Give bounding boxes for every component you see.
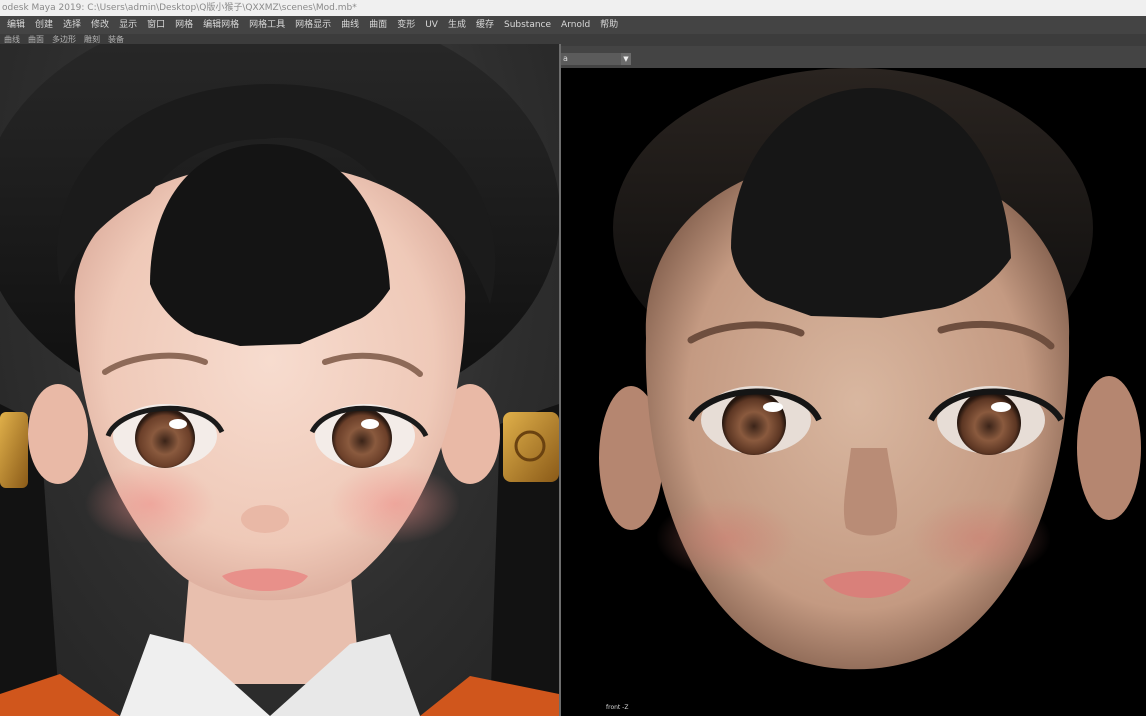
menu-item-12[interactable]: 变形: [392, 16, 420, 34]
window-title-bar: odesk Maya 2019: C:\Users\admin\Desktop\…: [0, 0, 1146, 16]
blush-left: [85, 464, 215, 544]
chevron-down-icon[interactable]: ▼: [621, 53, 631, 65]
menu-item-2[interactable]: 选择: [58, 16, 86, 34]
window-title: odesk Maya 2019: C:\Users\admin\Desktop\…: [2, 3, 357, 13]
nose: [241, 505, 289, 533]
menu-item-10[interactable]: 曲线: [336, 16, 364, 34]
menu-item-4[interactable]: 显示: [114, 16, 142, 34]
menu-item-0[interactable]: 编辑: [2, 16, 30, 34]
menu-item-5[interactable]: 窗口: [142, 16, 170, 34]
iris-right: [332, 408, 392, 468]
model-iris-left: [722, 391, 786, 455]
menu-item-9[interactable]: 网格显示: [290, 16, 336, 34]
menu-item-17[interactable]: Arnold: [556, 16, 595, 34]
blush-right: [330, 464, 460, 544]
menu-item-6[interactable]: 网格: [170, 16, 198, 34]
gold-ornament-right: [503, 412, 559, 482]
model-eye-highlight-right: [991, 402, 1011, 412]
menu-item-13[interactable]: UV: [420, 16, 443, 34]
maya-3d-viewport[interactable]: front -Z: [561, 68, 1146, 716]
model-head-render: [599, 68, 1141, 670]
eye-highlight-right: [361, 419, 379, 429]
menu-item-3[interactable]: 修改: [86, 16, 114, 34]
reference-character-illustration: [0, 44, 559, 716]
camera-dropdown[interactable]: a ▼: [561, 53, 631, 65]
maya-window: odesk Maya 2019: C:\Users\admin\Desktop\…: [0, 0, 1146, 716]
menu-item-16[interactable]: Substance: [499, 16, 556, 34]
iris-left: [135, 408, 195, 468]
reference-image-panel: [0, 44, 561, 716]
gold-ornament-left: [0, 412, 28, 488]
ear-left: [28, 384, 88, 484]
menu-item-1[interactable]: 创建: [30, 16, 58, 34]
model-ear-right: [1077, 376, 1141, 520]
menu-item-18[interactable]: 帮助: [595, 16, 623, 34]
menu-item-15[interactable]: 缓存: [471, 16, 499, 34]
menu-item-7[interactable]: 编辑网格: [198, 16, 244, 34]
model-iris-right: [957, 391, 1021, 455]
menu-item-14[interactable]: 生成: [443, 16, 471, 34]
menu-item-8[interactable]: 网格工具: [244, 16, 290, 34]
model-blush-left: [656, 498, 796, 578]
model-blush-right: [911, 498, 1051, 578]
camera-dropdown-value: a: [563, 54, 568, 63]
model-eye-highlight-left: [763, 402, 783, 412]
eye-highlight-left: [169, 419, 187, 429]
viewport-camera-label: front -Z: [606, 704, 629, 711]
viewport-toolbar: [561, 46, 1146, 68]
menu-item-11[interactable]: 曲面: [364, 16, 392, 34]
main-menu-bar: 编辑 创建 选择 修改 显示 窗口 网格 编辑网格 网格工具 网格显示 曲线 曲面 变形 UV 生成 缓存 Su…: [0, 16, 1146, 34]
